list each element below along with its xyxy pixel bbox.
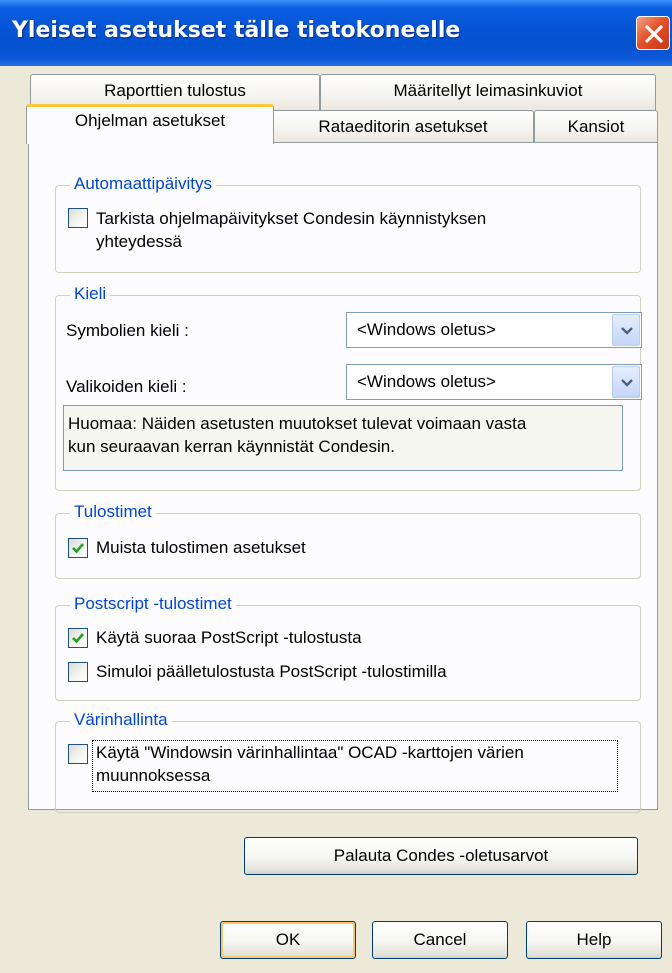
menu-language-select[interactable]: <Windows oletus> <box>346 364 642 400</box>
windows-color-management-checkbox[interactable] <box>68 744 88 764</box>
tab-defined-stamp-patterns[interactable]: Määritellyt leimasinkuviot <box>320 74 656 112</box>
color-management-label-cont: muunnoksessa <box>96 766 211 785</box>
close-button[interactable] <box>636 16 670 50</box>
title-bar[interactable]: Yleiset asetukset tälle tietokoneelle <box>0 0 672 66</box>
remember-printer-checkbox[interactable] <box>68 538 88 558</box>
chevron-down-icon <box>621 327 633 335</box>
group-legend: Kieli <box>70 284 111 304</box>
remember-printer-label: Muista tulostimen asetukset <box>96 538 306 557</box>
tab-folders[interactable]: Kansiot <box>534 110 658 144</box>
check-updates-checkbox[interactable] <box>68 208 88 228</box>
tab-label: Rataeditorin asetukset <box>318 117 488 136</box>
select-value: <Windows oletus> <box>357 320 496 339</box>
group-legend: Värinhallinta <box>70 710 172 730</box>
tab-course-editor-settings[interactable]: Rataeditorin asetukset <box>272 110 534 144</box>
select-value: <Windows oletus> <box>357 372 496 391</box>
dropdown-button[interactable] <box>612 366 640 398</box>
direct-postscript-checkbox[interactable] <box>68 628 88 648</box>
language-note: Huomaa: Näiden asetusten muutokset tulev… <box>63 405 623 471</box>
menu-language-label: Valikoiden kieli : <box>66 377 187 396</box>
dialog-window: Yleiset asetukset tälle tietokoneelle Ra… <box>0 0 672 973</box>
simulate-overprint-checkbox[interactable] <box>68 662 88 682</box>
ok-button[interactable]: OK <box>220 921 356 959</box>
dropdown-button[interactable] <box>612 314 640 346</box>
close-icon <box>645 25 663 43</box>
checkmark-icon <box>72 543 84 554</box>
tab-panel-program-settings: Automaattipäivitys Tarkista ohjelmapäivi… <box>28 142 658 813</box>
group-printers: Tulostimet Muista tulostimen asetukset <box>55 502 641 579</box>
group-legend: Automaattipäivitys <box>70 174 216 194</box>
group-legend: Tulostimet <box>70 502 156 522</box>
color-management-label: Käytä "Windowsin värinhallintaa" OCAD -k… <box>96 743 524 762</box>
symbol-language-label: Symbolien kieli : <box>66 321 189 340</box>
group-color-management: Värinhallinta Käytä "Windowsin värinhall… <box>55 710 641 813</box>
cancel-button[interactable]: Cancel <box>372 921 508 959</box>
group-postscript: Postscript -tulostimet Käytä suoraa Post… <box>55 594 641 701</box>
symbol-language-select[interactable]: <Windows oletus> <box>346 312 642 348</box>
reset-defaults-button[interactable]: Palauta Condes -oletusarvot <box>244 837 638 875</box>
checkmark-icon <box>72 633 84 644</box>
check-updates-label: Tarkista ohjelmapäivitykset Condesin käy… <box>96 209 487 228</box>
window-title: Yleiset asetukset tälle tietokoneelle <box>12 18 461 43</box>
help-button[interactable]: Help <box>526 921 662 959</box>
note-text: Huomaa: Näiden asetusten muutokset tulev… <box>68 414 527 433</box>
group-auto-update: Automaattipäivitys Tarkista ohjelmapäivi… <box>55 174 641 273</box>
direct-postscript-label: Käytä suoraa PostScript -tulostusta <box>96 628 362 647</box>
tab-label: Ohjelman asetukset <box>74 111 226 130</box>
check-updates-label-cont: yhteydessä <box>96 232 182 251</box>
chevron-down-icon <box>621 379 633 387</box>
tab-label: Raporttien tulostus <box>104 81 246 100</box>
note-text-cont: kun seuraavan kerran käynnistät Condesin… <box>68 437 395 456</box>
tab-label: Määritellyt leimasinkuviot <box>393 81 583 100</box>
simulate-overprint-label: Simuloi päälletulostusta PostScript -tul… <box>96 662 447 681</box>
tab-label: Kansiot <box>567 117 625 136</box>
group-legend: Postscript -tulostimet <box>70 594 236 614</box>
tab-program-settings[interactable]: Ohjelman asetukset <box>26 104 274 144</box>
